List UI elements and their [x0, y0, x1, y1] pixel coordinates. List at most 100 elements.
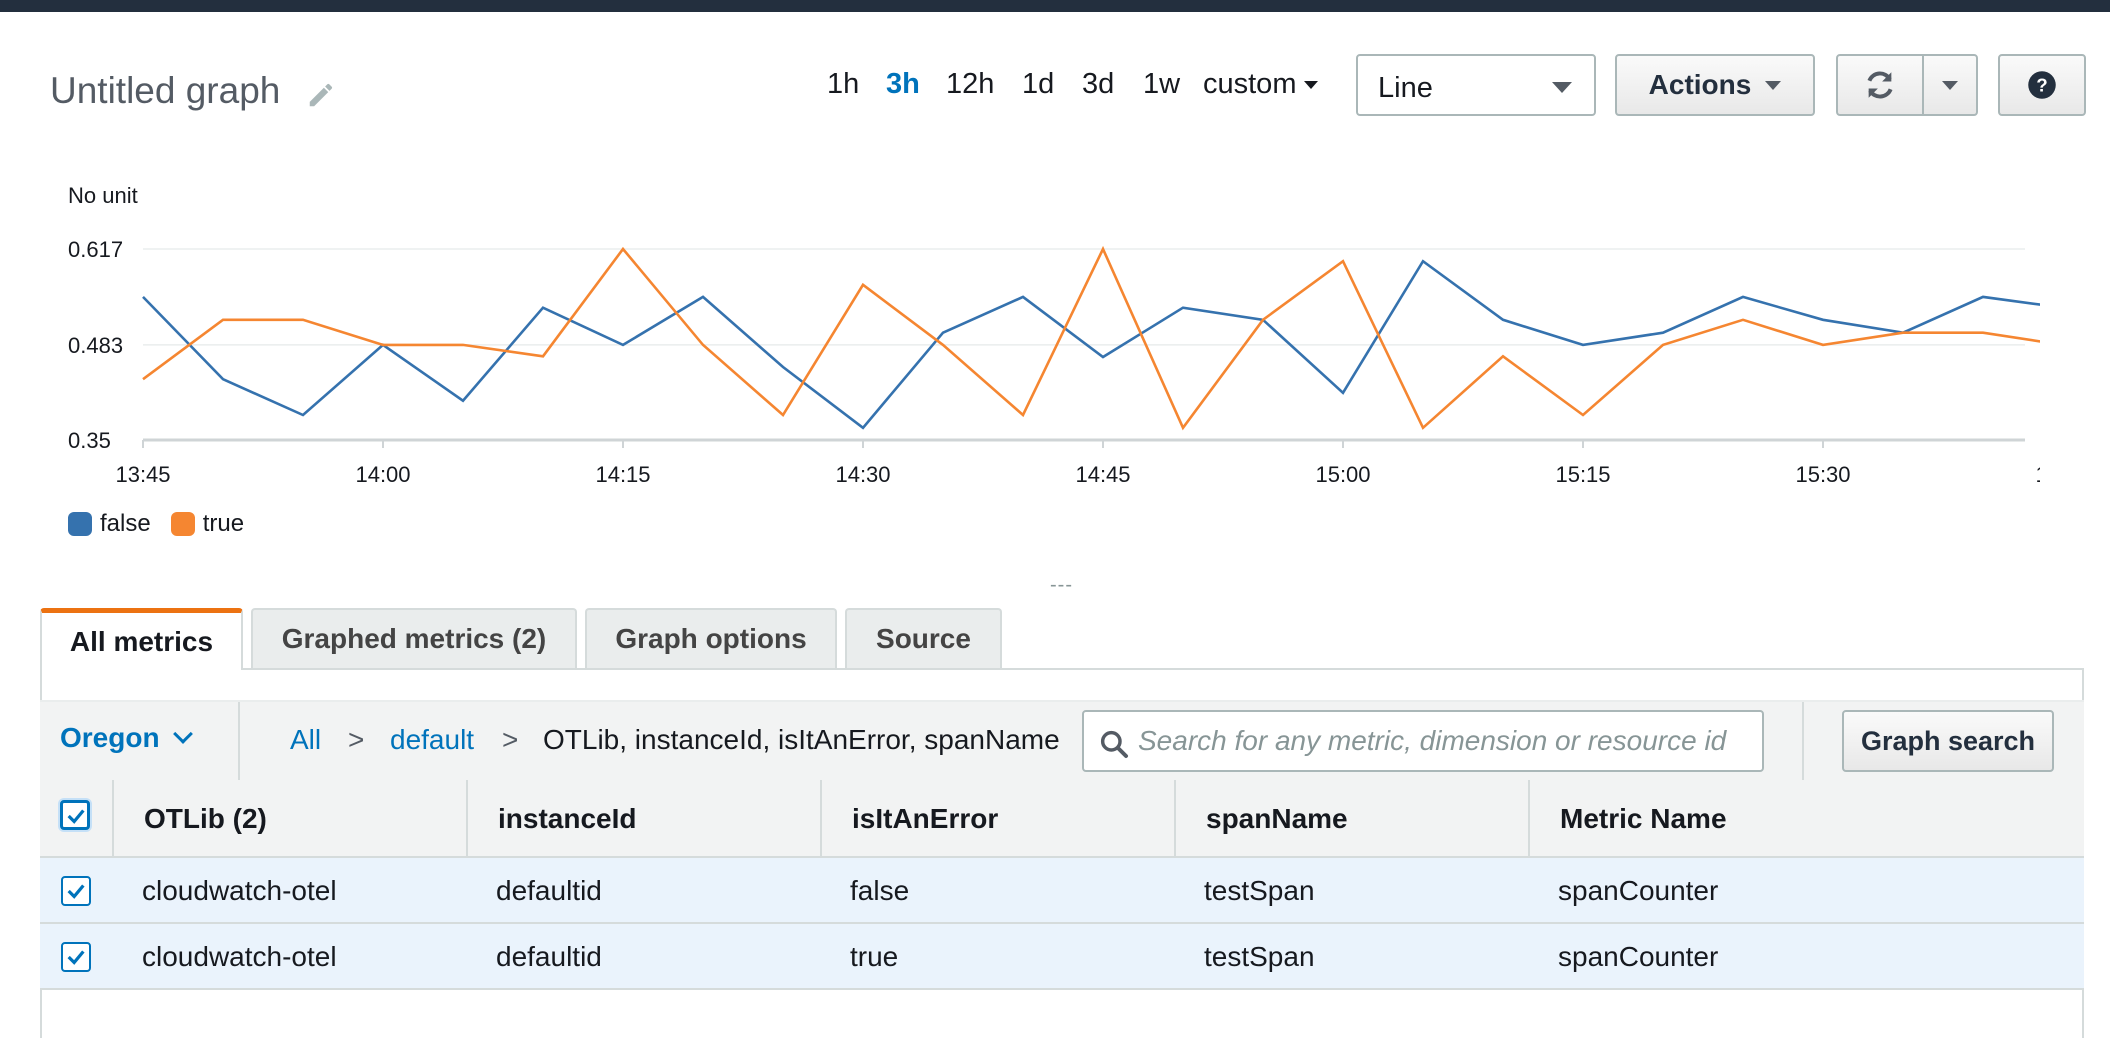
range-1w[interactable]: 1w — [1143, 68, 1180, 101]
cell-isitanerror: false — [850, 875, 910, 906]
cell-instanceid: defaultid — [496, 941, 602, 972]
column-label: instanceId — [498, 803, 637, 834]
line-chart: No unit 0.617 0.483 0.35 13:45 14:00 14:15 14… — [68, 183, 2040, 487]
y-tick-label: 0.35 — [68, 428, 111, 453]
checkmark-icon — [67, 950, 85, 965]
search-input[interactable] — [1138, 720, 1748, 762]
cell-spanname: testSpan — [1204, 875, 1315, 906]
x-tick-label: 14:00 — [355, 462, 410, 487]
table-row[interactable]: cloudwatch-otel defaultid true testSpan … — [40, 924, 2084, 990]
refresh-icon — [1867, 71, 1893, 99]
range-12h[interactable]: 12h — [946, 68, 994, 101]
legend-swatch — [68, 512, 92, 536]
metric-search-box[interactable] — [1082, 710, 1764, 772]
tab-label: Graph options — [615, 623, 807, 654]
region-label: Oregon — [60, 722, 160, 753]
cell-metric-name: spanCounter — [1558, 875, 1719, 906]
caret-down-icon — [1765, 80, 1782, 90]
actions-button[interactable]: Actions — [1615, 54, 1815, 116]
legend-label: false — [100, 510, 151, 537]
x-tick-label: 13:45 — [115, 462, 170, 487]
svg-text:?: ? — [2036, 74, 2047, 95]
x-tick-label: 14:45 — [1075, 462, 1130, 487]
tab-label: All metrics — [69, 625, 214, 657]
chevron-down-icon — [172, 724, 193, 744]
x-tick-label: 15:45 — [2035, 462, 2040, 487]
legend-item-false[interactable]: false — [68, 510, 151, 538]
tab-source[interactable]: Source — [845, 608, 1002, 668]
column-label: OTLib (2) — [144, 803, 267, 834]
column-otlib[interactable]: OTLib (2) — [112, 780, 466, 858]
checkmark-icon — [67, 884, 85, 899]
chart-type-select[interactable]: Line — [1356, 54, 1596, 116]
legend-label: true — [202, 510, 245, 537]
column-instanceid[interactable]: instanceId — [466, 780, 820, 858]
column-metric-name[interactable]: Metric Name — [1528, 780, 2084, 858]
y-tick-label: 0.483 — [68, 333, 123, 358]
breadcrumb-all[interactable]: All — [290, 724, 321, 756]
y-axis-unit-label: No unit — [68, 183, 138, 208]
tab-label: Source — [876, 623, 971, 654]
chart-legend: false true — [68, 510, 264, 538]
graph-search-label: Graph search — [1860, 725, 2036, 756]
breadcrumb-separator: > — [348, 724, 365, 755]
range-3d[interactable]: 3d — [1082, 68, 1114, 101]
breadcrumb-separator: > — [502, 724, 519, 755]
top-navigation-bar — [0, 0, 2110, 12]
cell-isitanerror: true — [850, 941, 899, 972]
column-spanname[interactable]: spanName — [1174, 780, 1528, 858]
caret-down-icon — [1552, 82, 1572, 93]
cell-instanceid: defaultid — [496, 875, 602, 906]
legend-item-true[interactable]: true — [170, 510, 245, 538]
checkmark-icon — [67, 809, 85, 824]
select-all-checkbox[interactable] — [60, 800, 90, 830]
cell-otlib: cloudwatch-otel — [142, 941, 337, 972]
graph-search-button[interactable]: Graph search — [1842, 710, 2054, 772]
table-header: OTLib (2) instanceId isItAnError spanNam… — [40, 780, 2084, 858]
cell-metric-name: spanCounter — [1558, 941, 1719, 972]
y-tick-label: 0.617 — [68, 237, 123, 262]
x-tick-label: 15:15 — [1555, 462, 1610, 487]
legend-swatch — [170, 512, 195, 536]
refresh-options-button[interactable] — [1922, 54, 1978, 116]
range-1h[interactable]: 1h — [827, 68, 859, 101]
help-icon: ? — [2028, 71, 2056, 99]
breadcrumb-namespace[interactable]: default — [390, 724, 474, 756]
resize-handle[interactable]: --- — [1050, 574, 1073, 597]
help-button[interactable]: ? — [1998, 54, 2086, 116]
chart-type-value: Line — [1378, 72, 1433, 104]
x-tick-label: 14:30 — [835, 462, 890, 487]
row-checkbox[interactable] — [61, 876, 91, 906]
x-tick-label: 15:00 — [1315, 462, 1370, 487]
region-selector[interactable]: Oregon — [60, 722, 193, 754]
row-checkbox[interactable] — [61, 942, 91, 972]
column-label: spanName — [1206, 803, 1348, 834]
tab-all-metrics[interactable]: All metrics — [40, 608, 243, 670]
caret-down-icon — [1304, 81, 1319, 90]
graph-title: Untitled graph — [50, 70, 281, 111]
toolbar-divider — [1802, 702, 1804, 780]
range-custom[interactable]: custom — [1203, 68, 1319, 101]
metrics-browser-toolbar — [40, 700, 2084, 782]
column-isitanerror[interactable]: isItAnError — [820, 780, 1174, 858]
pencil-edit-icon[interactable] — [306, 80, 336, 110]
actions-label: Actions — [1648, 69, 1752, 100]
tab-label: Graphed metrics (2) — [281, 623, 547, 654]
breadcrumb-dimensions: OTLib, instanceId, isItAnError, spanName — [543, 724, 1060, 755]
column-label: Metric Name — [1560, 803, 1727, 834]
range-custom-label: custom — [1203, 68, 1297, 100]
caret-down-icon — [1942, 80, 1958, 90]
column-label: isItAnError — [852, 803, 999, 834]
cell-spanname: testSpan — [1204, 941, 1315, 972]
tab-graphed-metrics[interactable]: Graphed metrics (2) — [251, 608, 577, 668]
x-tick-label: 14:15 — [595, 462, 650, 487]
tab-graph-options[interactable]: Graph options — [585, 608, 837, 668]
toolbar-divider — [238, 702, 240, 780]
range-3h[interactable]: 3h — [886, 68, 920, 101]
refresh-button[interactable] — [1836, 54, 1924, 116]
cell-otlib: cloudwatch-otel — [142, 875, 337, 906]
x-tick-label: 15:30 — [1795, 462, 1850, 487]
search-icon — [1100, 730, 1128, 758]
range-1d[interactable]: 1d — [1022, 68, 1054, 101]
table-row[interactable]: cloudwatch-otel defaultid false testSpan… — [40, 858, 2084, 924]
